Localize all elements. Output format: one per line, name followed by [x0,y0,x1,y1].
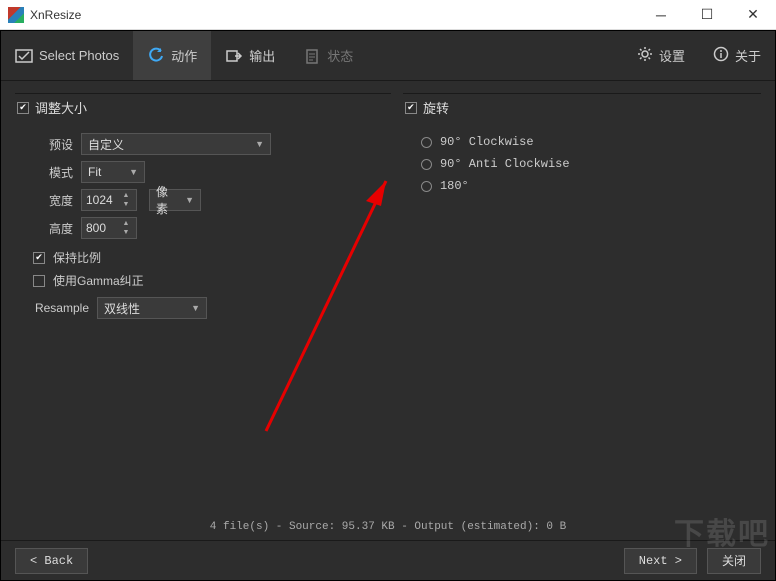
preset-select[interactable]: 自定义 ▼ [81,133,271,155]
tab-status[interactable]: 状态 [289,31,367,80]
window-title: XnResize [30,8,638,22]
gamma-checkbox[interactable] [33,275,45,287]
width-label: 宽度 [33,192,73,209]
rotate-opt-label: 90° Clockwise [440,135,534,149]
resample-row: Resample 双线性 ▼ [33,297,391,319]
spin-down[interactable]: ▼ [120,200,132,209]
spin-up[interactable]: ▲ [120,191,132,200]
rotate-opt-label: 180° [440,179,469,193]
resample-value: 双线性 [104,300,140,317]
gear-icon [637,46,653,65]
resize-header[interactable]: 调整大小 [15,94,391,127]
unit-value: 像素 [156,183,179,217]
preset-row: 预设 自定义 ▼ [33,133,391,155]
about-button[interactable]: 关于 [699,31,775,80]
chevron-down-icon: ▼ [129,167,138,177]
chevron-down-icon: ▼ [185,195,194,205]
back-button[interactable]: < Back [15,548,88,574]
checkbox-photos-icon [15,47,33,65]
resample-select[interactable]: 双线性 ▼ [97,297,207,319]
keep-ratio-row: 保持比例 [33,249,391,266]
rotate-option-90cw[interactable]: 90° Clockwise [421,135,761,149]
rotate-header-label: 旋转 [423,98,449,117]
close-button[interactable]: 关闭 [707,548,761,574]
chevron-down-icon: ▼ [255,139,264,149]
mode-value: Fit [88,165,101,179]
radio-icon [421,159,432,170]
mode-label: 模式 [33,164,73,181]
mode-select[interactable]: Fit ▼ [81,161,145,183]
app-body: Select Photos 动作 输出 状态 设置 [0,30,776,581]
keep-ratio-label: 保持比例 [53,249,101,266]
app-icon [8,7,24,23]
resize-checkbox[interactable] [17,102,29,114]
bottom-bar: < Back Next > 关闭 [1,540,775,580]
refresh-icon [147,47,165,65]
back-label: < Back [30,554,73,568]
rotate-option-90acw[interactable]: 90° Anti Clockwise [421,157,761,171]
width-value: 1024 [86,193,113,207]
gamma-label: 使用Gamma纠正 [53,272,144,289]
info-icon [713,46,729,65]
rotate-checkbox[interactable] [405,102,417,114]
next-button[interactable]: Next > [624,548,697,574]
export-icon [225,47,243,65]
rotate-opt-label: 90° Anti Clockwise [440,157,570,171]
radio-icon [421,181,432,192]
keep-ratio-checkbox[interactable] [33,252,45,264]
tab-label: 动作 [171,46,197,65]
gamma-row: 使用Gamma纠正 [33,272,391,289]
tab-actions[interactable]: 动作 [133,31,211,80]
unit-select[interactable]: 像素 ▼ [149,189,201,211]
tab-label: 输出 [249,46,275,65]
tab-output[interactable]: 输出 [211,31,289,80]
height-label: 高度 [33,220,73,237]
titlebar: XnResize ─ ☐ ✕ [0,0,776,30]
height-input[interactable]: 800 ▲▼ [81,217,137,239]
rotate-header[interactable]: 旋转 [403,94,761,127]
height-value: 800 [86,221,106,235]
tab-label: 状态 [327,46,353,65]
maximize-button[interactable]: ☐ [684,0,730,30]
close-label: 关闭 [722,552,746,569]
resize-panel: 调整大小 预设 自定义 ▼ 模式 Fit ▼ 宽度 1024 [15,93,391,502]
width-row: 宽度 1024 ▲▼ 像素 ▼ [33,189,391,211]
settings-button[interactable]: 设置 [623,31,699,80]
minimize-button[interactable]: ─ [638,0,684,30]
content-area: 调整大小 预设 自定义 ▼ 模式 Fit ▼ 宽度 1024 [1,81,775,514]
chevron-down-icon: ▼ [191,303,200,313]
height-row: 高度 800 ▲▼ [33,217,391,239]
resample-label: Resample [33,301,89,315]
about-label: 关于 [735,46,761,65]
close-window-button[interactable]: ✕ [730,0,776,30]
rotate-panel: 旋转 90° Clockwise 90° Anti Clockwise 180° [403,93,761,502]
spin-down[interactable]: ▼ [120,228,132,237]
tab-label: Select Photos [39,48,119,63]
settings-label: 设置 [659,46,685,65]
spin-up[interactable]: ▲ [120,219,132,228]
tab-select-photos[interactable]: Select Photos [1,31,133,80]
resize-header-label: 调整大小 [35,98,87,117]
preset-label: 预设 [33,136,73,153]
status-bar: 4 file(s) - Source: 95.37 KB - Output (e… [1,514,775,540]
width-input[interactable]: 1024 ▲▼ [81,189,137,211]
clipboard-icon [303,47,321,65]
preset-value: 自定义 [88,136,124,153]
rotate-option-180[interactable]: 180° [421,179,761,193]
radio-icon [421,137,432,148]
status-text: 4 file(s) - Source: 95.37 KB - Output (e… [210,521,566,533]
tab-bar: Select Photos 动作 输出 状态 设置 [1,31,775,81]
mode-row: 模式 Fit ▼ [33,161,391,183]
next-label: Next > [639,554,682,568]
